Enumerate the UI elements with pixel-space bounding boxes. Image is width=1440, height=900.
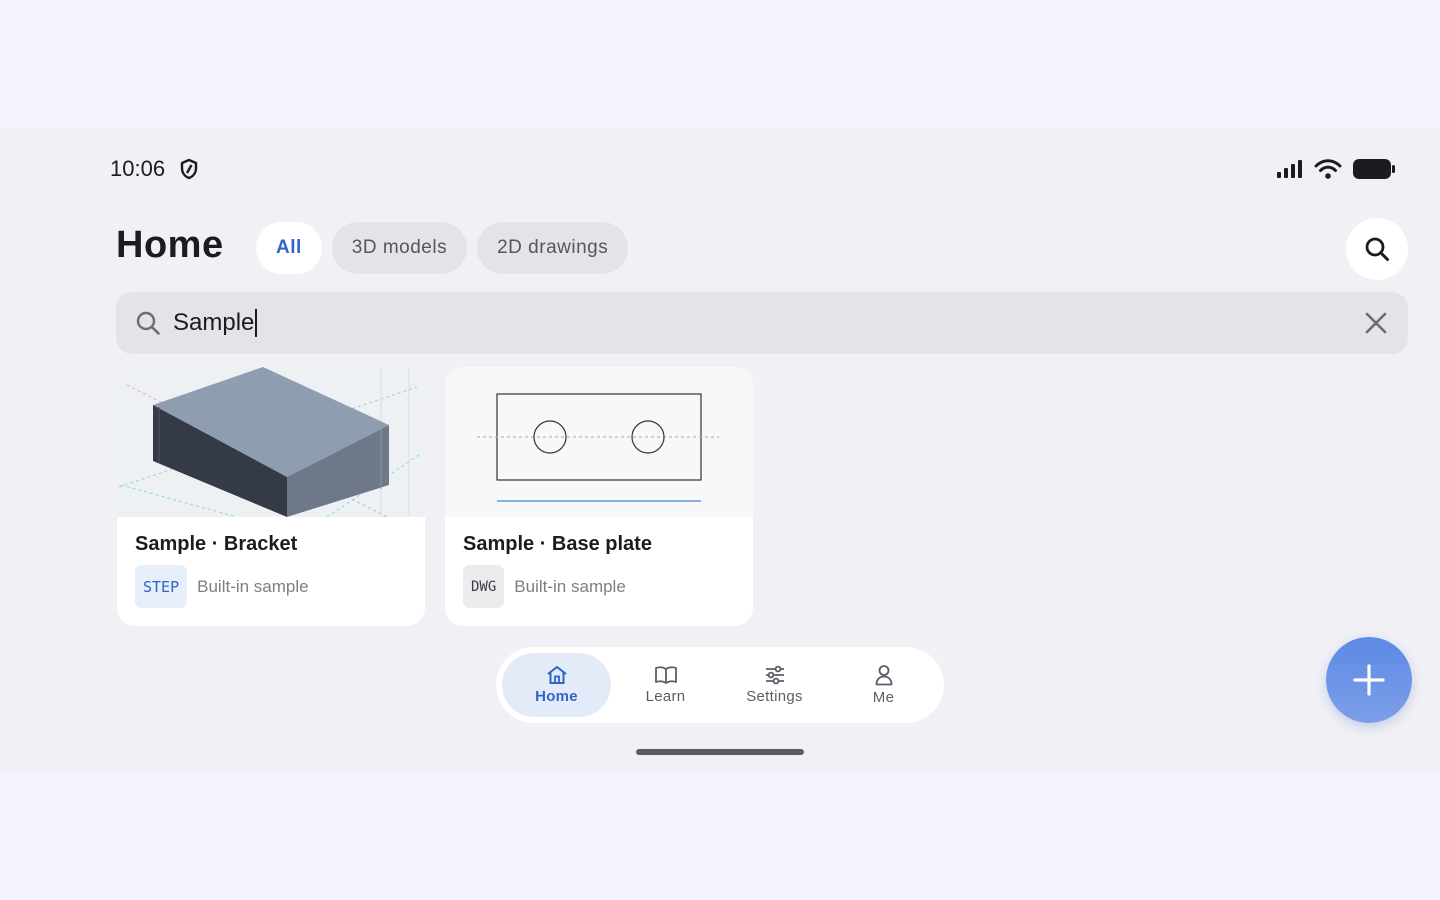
bottom-navigation: Home Learn Settings Me [496,647,944,723]
plus-icon [1352,663,1386,697]
file-thumbnail [117,367,425,518]
search-icon [1364,236,1390,262]
add-file-button[interactable] [1326,637,1412,723]
nav-item-label: Home [535,688,578,705]
filter-chips: All 3D models 2D drawings [256,222,629,274]
file-format-badge: DWG [463,565,505,608]
nav-item-label: Me [872,689,895,706]
nav-item-me[interactable]: Me [829,653,938,717]
home-icon [546,665,568,685]
nav-item-settings[interactable]: Settings [720,653,829,717]
battery-icon [1352,158,1396,180]
person-icon [874,664,894,686]
clear-search-button[interactable] [1364,311,1388,335]
book-icon [654,665,678,685]
search-input[interactable]: Sample [173,309,1273,337]
text-cursor [255,309,258,337]
bracket-model-preview [118,367,420,518]
search-bar: Sample [116,292,1408,354]
file-format-badge: STEP [135,565,188,608]
file-meta: DWG Built-in sample [463,565,626,608]
file-card-bracket[interactable]: Sample · Bracket STEP Built-in sample [117,367,425,626]
status-time: 10:06 [110,156,166,181]
search-query: Sample [173,309,255,336]
file-card-base-plate[interactable]: Sample · Base plate DWG Built-in sample [445,367,753,626]
file-title: Sample · Base plate [463,533,652,555]
filter-chip-2d-drawings[interactable]: 2D drawings [477,222,629,274]
nav-item-home[interactable]: Home [502,653,611,717]
search-button[interactable] [1346,218,1408,280]
base-plate-drawing-preview [477,393,719,502]
nav-item-label: Settings [746,688,803,705]
wifi-icon [1314,158,1342,180]
signal-icon [1276,159,1304,179]
nav-item-label: Learn [645,688,686,705]
status-bar-left: 10:06 [110,156,199,182]
file-title: Sample · Bracket [135,533,298,555]
status-bar-right [1276,158,1396,180]
app-screen: 10:06 Home All 3D models 2D drawings Sam… [0,128,1440,770]
filter-chip-3d-models[interactable]: 3D models [331,222,468,274]
page-title: Home [116,224,224,266]
close-icon [1364,311,1388,335]
file-subtitle: Built-in sample [197,576,309,596]
shield-icon [179,158,199,180]
filter-chip-all[interactable]: All [256,222,322,274]
sliders-icon [764,665,786,685]
home-indicator[interactable] [636,749,804,755]
search-icon [135,310,161,336]
nav-item-learn[interactable]: Learn [611,653,720,717]
file-thumbnail [445,367,753,517]
file-meta: STEP Built-in sample [135,565,309,608]
file-subtitle: Built-in sample [514,576,626,596]
